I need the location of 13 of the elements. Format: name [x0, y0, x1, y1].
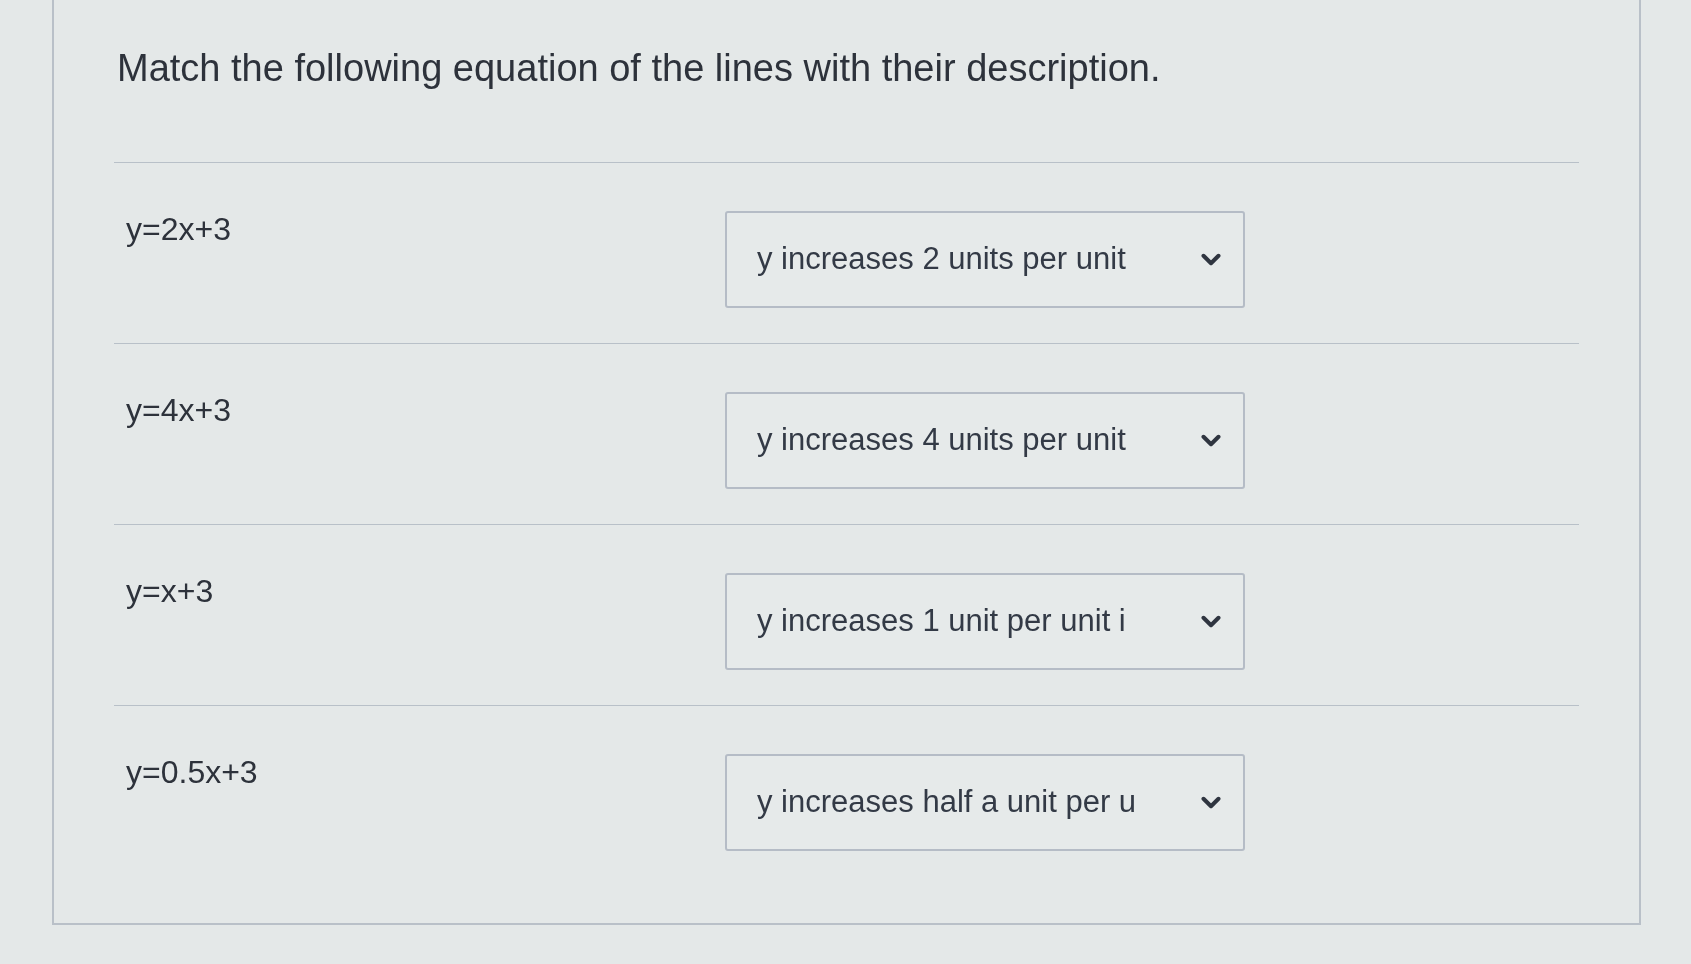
question-prompt: Match the following equation of the lines with their description. — [117, 46, 1162, 91]
answer-dropdown[interactable]: y increases half a unit per u — [725, 754, 1245, 851]
answer-dropdown[interactable]: y increases 1 unit per unit i — [725, 573, 1245, 670]
chevron-down-icon — [1201, 615, 1221, 628]
chevron-down-icon — [1201, 434, 1221, 447]
equation-text: y=4x+3 — [126, 391, 232, 430]
equation-text: y=2x+3 — [126, 210, 232, 249]
answer-dropdown[interactable]: y increases 4 units per unit — [725, 392, 1245, 489]
answer-dropdown[interactable]: y increases 2 units per unit — [725, 211, 1245, 308]
equation-text: y=x+3 — [126, 572, 215, 611]
chevron-down-icon — [1201, 253, 1221, 266]
chevron-down-icon — [1201, 796, 1221, 809]
equation-text: y=0.5x+3 — [126, 753, 259, 792]
